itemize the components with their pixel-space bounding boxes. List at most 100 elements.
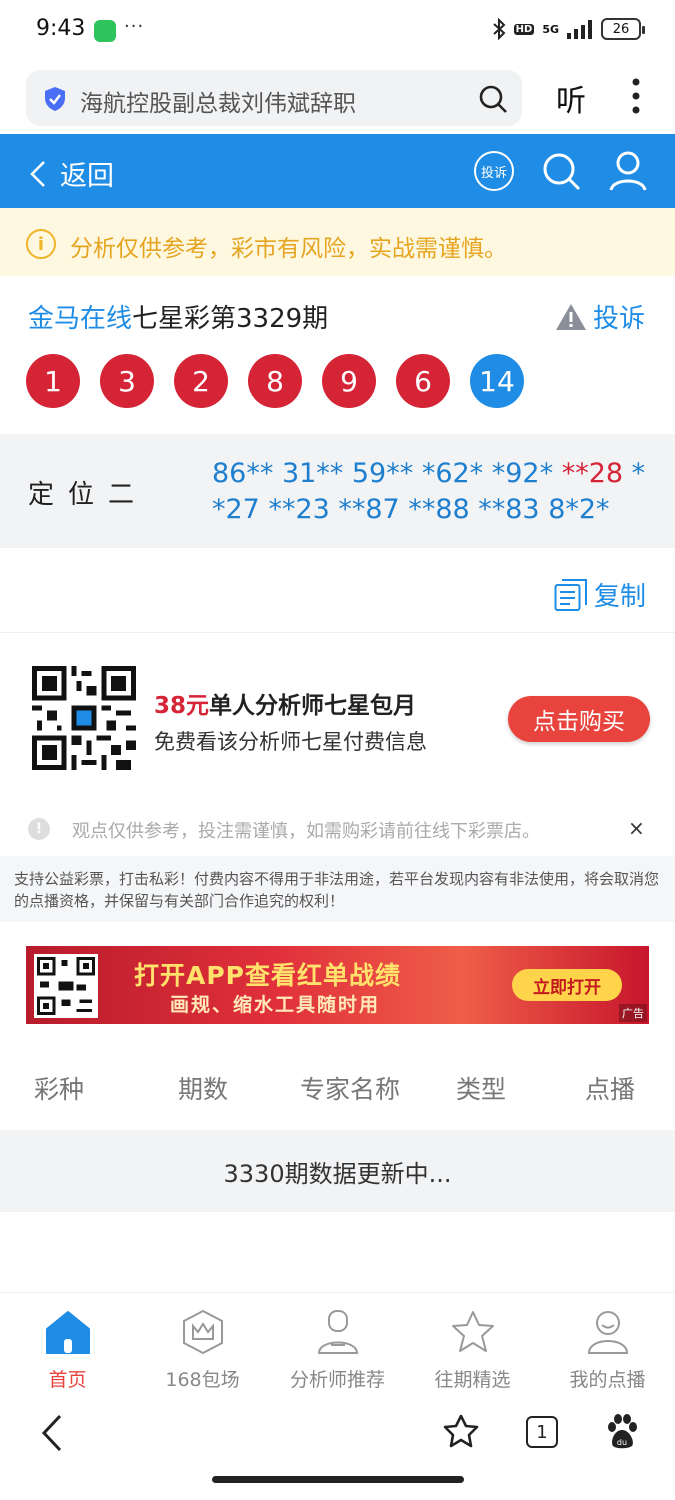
copy-button[interactable]: 复制: [554, 576, 646, 613]
column-header-issue: 期数: [178, 1075, 229, 1104]
warning-icon: [556, 303, 586, 330]
back-label: 返回: [60, 161, 114, 192]
close-icon[interactable]: ×: [628, 816, 645, 840]
favorite-star-icon[interactable]: [443, 1414, 479, 1448]
prediction-numbers: 86** 31** 59** *62* *92* **28 **27 **23 …: [212, 456, 652, 528]
tab-168-label: 168包场: [165, 1369, 240, 1391]
promo-title-text: 单人分析师七星包月: [209, 693, 417, 719]
app-ad-banner[interactable]: 打开APP查看红单战绩 画规、缩水工具随时用 立即打开 广告: [26, 946, 649, 1024]
ad-subline: 画规、缩水工具随时用: [170, 994, 381, 1016]
ball-6: 6: [396, 354, 450, 408]
tab-history-label: 往期精选: [434, 1369, 511, 1391]
ad-headline: 打开APP查看红单战绩: [134, 961, 401, 990]
back-button[interactable]: 返回: [28, 154, 114, 193]
status-indicators: HD 5G 26: [492, 18, 645, 40]
search-icon[interactable]: [541, 151, 581, 191]
browser-search-box[interactable]: 海航控股副总裁刘伟斌辞职: [26, 70, 522, 126]
info-icon: i: [26, 229, 56, 259]
battery-icon: 26: [601, 18, 645, 40]
browser-bar: 海航控股副总裁刘伟斌辞职 听: [0, 64, 675, 134]
issue-title: 七星彩第3329期: [132, 304, 329, 334]
top-nav: 返回 投诉: [0, 134, 675, 208]
prediction-numbers-highlight: **28: [561, 458, 624, 489]
tab-analyst-label: 分析师推荐: [289, 1369, 385, 1391]
analyst-icon: [317, 1310, 358, 1354]
svg-text:du: du: [617, 1438, 627, 1447]
tab-my-ondemand[interactable]: 我的点播: [540, 1303, 675, 1392]
subscription-promo: 38元单人分析师七星包月 免费看该分析师七星付费信息 点击购买: [0, 648, 675, 788]
network-type: 5G: [542, 22, 559, 36]
column-header-lottery: 彩种: [34, 1075, 85, 1104]
baidu-paw-icon[interactable]: du: [605, 1414, 639, 1450]
tab-home[interactable]: 首页: [0, 1303, 135, 1392]
prediction-row: 定位二 86** 31** 59** *62* *92* **28 **27 *…: [0, 434, 675, 548]
tab-home-label: 首页: [48, 1369, 87, 1391]
info-icon: !: [28, 818, 50, 840]
tabs-button[interactable]: 1: [526, 1416, 558, 1448]
tab-my-ondemand-label: 我的点播: [569, 1369, 646, 1391]
qr-code: [32, 666, 136, 770]
promo-subtitle: 免费看该分析师七星付费信息: [154, 730, 427, 754]
promo-price: 38元: [154, 693, 210, 719]
search-icon[interactable]: [478, 84, 508, 114]
bottom-tab-bar: 首页 168包场 分析师推荐 往期精选 我的点播: [0, 1292, 675, 1394]
more-menu-icon[interactable]: [632, 78, 640, 114]
listen-button[interactable]: 听: [556, 76, 586, 120]
home-indicator[interactable]: [212, 1476, 464, 1483]
tab-count: 1: [536, 1421, 548, 1443]
battery-level: 26: [612, 21, 630, 37]
site-name[interactable]: 金马在线: [28, 304, 132, 334]
browser-bottom-bar: 1 du: [0, 1394, 675, 1500]
chevron-left-icon: [30, 160, 45, 187]
ad-qr-code: [34, 954, 98, 1018]
wechat-icon: [94, 20, 116, 42]
risk-notice: i 分析仅供参考，彩市有风险，实战需谨慎。: [0, 208, 675, 276]
ball-4: 8: [248, 354, 302, 408]
purchase-tip-text: 观点仅供参考，投注需谨慎，如需购彩请前往线下彩票店。: [72, 821, 540, 842]
notification-dots: ···: [124, 16, 145, 37]
status-bar: 9:43 ··· HD 5G 26: [0, 0, 675, 64]
complain-icon-label: 投诉: [480, 165, 507, 181]
home-icon: [45, 1311, 90, 1354]
bluetooth-icon: [492, 18, 506, 40]
buy-button[interactable]: 点击购买: [508, 696, 650, 742]
purchase-tip: ! 观点仅供参考，投注需谨慎，如需购彩请前往线下彩票店。 ×: [0, 808, 675, 848]
prediction-label: 定位二: [28, 480, 149, 510]
shield-icon: [45, 87, 65, 111]
column-header-type: 类型: [456, 1075, 507, 1104]
star-icon: [451, 1311, 494, 1352]
table-header: 彩种 期数 专家名称 类型 点播: [0, 1050, 675, 1126]
prediction-numbers-before: 86** 31** 59** *62* *92*: [212, 458, 562, 489]
signal-icon: [567, 20, 592, 39]
divider: [0, 632, 675, 633]
profile-icon: [587, 1311, 628, 1354]
copy-icon: [554, 578, 587, 611]
page-title: 金马在线七星彩第3329期: [28, 298, 328, 335]
risk-notice-text: 分析仅供参考，彩市有风险，实战需谨慎。: [70, 236, 507, 262]
tab-history[interactable]: 往期精选: [405, 1303, 540, 1392]
promo-title: 38元单人分析师七星包月: [154, 686, 416, 720]
ball-3: 2: [174, 354, 228, 408]
ad-open-button[interactable]: 立即打开: [512, 969, 622, 1001]
ball-5: 9: [322, 354, 376, 408]
hd-icon: HD: [513, 23, 535, 35]
browser-search-text: 海航控股副总裁刘伟斌辞职: [80, 91, 356, 117]
tab-168[interactable]: 168包场: [135, 1303, 270, 1392]
tab-analyst[interactable]: 分析师推荐: [270, 1303, 405, 1392]
report-label: 投诉: [593, 304, 646, 334]
disclaimer: 支持公益彩票，打击私彩！付费内容不得用于非法用途，若平台发现内容有非法使用，将会…: [0, 856, 675, 922]
complain-icon[interactable]: 投诉: [474, 151, 514, 191]
ball-special: 14: [470, 354, 524, 408]
ad-tag: 广告: [619, 1004, 647, 1022]
copy-label: 复制: [594, 582, 647, 612]
status-time: 9:43: [36, 16, 86, 41]
table-status: 3330期数据更新中...: [0, 1130, 675, 1212]
report-button[interactable]: 投诉: [555, 298, 645, 335]
column-header-expert: 专家名称: [300, 1075, 401, 1104]
ball-2: 3: [100, 354, 154, 408]
draw-numbers: 1 3 2 8 9 6 14: [26, 354, 524, 408]
browser-back-icon[interactable]: [40, 1414, 64, 1452]
column-header-ondemand: 点播: [585, 1075, 636, 1104]
ball-1: 1: [26, 354, 80, 408]
user-icon[interactable]: [608, 150, 648, 192]
